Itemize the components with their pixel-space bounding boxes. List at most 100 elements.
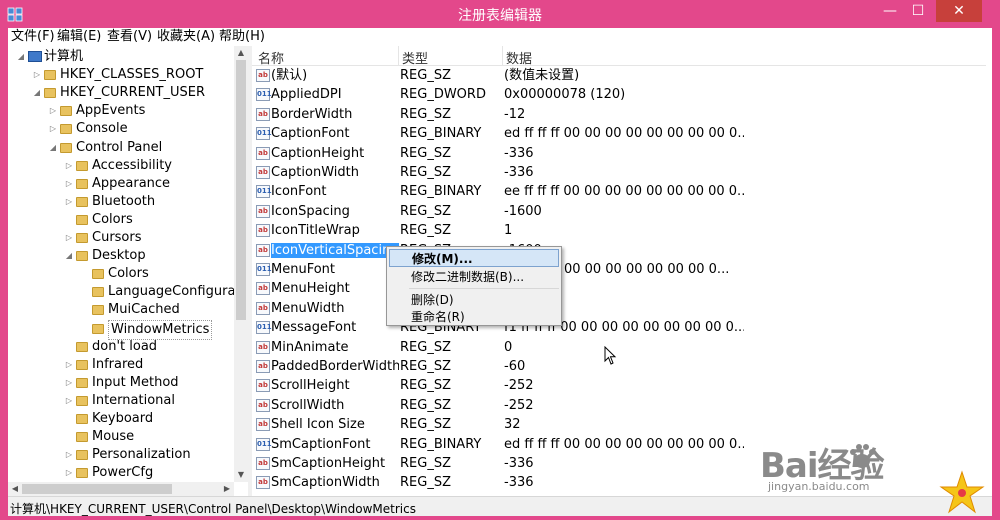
table-row[interactable]: 011MenuFontREG_BINARYff ff ff 00 00 00 0… [252, 260, 992, 279]
collapse-arrow-icon[interactable]: ◢ [16, 48, 26, 66]
value-name[interactable]: PaddedBorderWidth [271, 357, 399, 376]
value-name[interactable]: CaptionFont [271, 124, 399, 143]
expand-arrow-icon[interactable]: ▷ [64, 157, 74, 175]
expand-arrow-icon[interactable]: ▷ [48, 102, 58, 120]
table-row[interactable]: ab CaptionWidth REG_SZ -336 [252, 163, 992, 182]
table-row[interactable]: ab IconTitleWrap REG_SZ 1 [252, 221, 992, 240]
value-name[interactable]: (默认) [271, 66, 399, 85]
table-row[interactable]: abIconVerticalSpacingREG_SZ-1600 [252, 241, 992, 260]
table-row[interactable]: ab CaptionHeight REG_SZ -336 [252, 144, 992, 163]
tree-node-label[interactable]: don't load [92, 338, 157, 356]
table-row[interactable]: ab (默认) REG_SZ (数值未设置) [252, 66, 992, 85]
value-name[interactable]: Shell Icon Size [271, 415, 399, 434]
table-row[interactable]: ab Shell Icon Size REG_SZ 32 [252, 415, 992, 434]
tree-node-label[interactable]: 计算机 [44, 48, 83, 66]
value-name[interactable]: IconVerticalSpacing [271, 241, 399, 260]
tree-node-label[interactable]: WindowMetrics [108, 319, 213, 340]
value-name[interactable]: CaptionWidth [271, 163, 399, 182]
table-row[interactable]: abMenuWidthREG_SZ [252, 299, 992, 318]
collapse-arrow-icon[interactable]: ◢ [64, 247, 74, 265]
tree-node-label[interactable]: Input Method [92, 374, 179, 392]
menu-help[interactable]: 帮助(H) [216, 28, 268, 46]
expand-arrow-icon[interactable]: ▷ [64, 464, 74, 482]
table-row[interactable]: ab PaddedBorderWidth REG_SZ -60 [252, 357, 992, 376]
tree-node-label[interactable]: Appearance [92, 175, 170, 193]
menu-file[interactable]: 文件(F) [8, 28, 58, 46]
tree-node-label[interactable]: Colors [92, 211, 133, 229]
scroll-thumb[interactable] [22, 484, 172, 494]
expand-arrow-icon[interactable]: ▷ [64, 193, 74, 211]
tree-node-label[interactable]: Cursors [92, 229, 142, 247]
tree-node-label[interactable]: AppEvents [76, 102, 145, 120]
value-name[interactable]: IconTitleWrap [271, 221, 399, 240]
value-name[interactable]: AppliedDPI [271, 85, 399, 104]
table-row[interactable]: 011 AppliedDPI REG_DWORD 0x00000078 (120) [252, 85, 992, 104]
scroll-down-icon[interactable]: ▼ [234, 468, 248, 482]
tree-node-label[interactable]: HKEY_CLASSES_ROOT [60, 66, 203, 84]
value-name[interactable]: SmCaptionHeight [271, 454, 399, 473]
menu-edit[interactable]: 编辑(E) [54, 28, 104, 46]
tree-node-label[interactable]: Colors [108, 265, 149, 283]
collapse-arrow-icon[interactable]: ◢ [48, 139, 58, 157]
tree-node-label[interactable]: Control Panel [76, 139, 162, 157]
tree-horizontal-scrollbar[interactable]: ◀ ▶ [8, 482, 234, 496]
tree-node-label[interactable]: Personalization [92, 446, 191, 464]
table-row[interactable]: ab ScrollHeight REG_SZ -252 [252, 376, 992, 395]
tree-node-label[interactable]: Mouse [92, 428, 134, 446]
tree-node-label[interactable]: International [92, 392, 175, 410]
tree-node-label[interactable]: PowerCfg [92, 464, 153, 482]
context-modify-binary[interactable]: 修改二进制数据(B)... [389, 268, 559, 286]
expand-arrow-icon[interactable]: ▷ [64, 229, 74, 247]
table-row[interactable]: ab BorderWidth REG_SZ -12 [252, 105, 992, 124]
tree-node-label[interactable]: Keyboard [92, 410, 153, 428]
scroll-up-icon[interactable]: ▲ [234, 46, 248, 60]
value-name[interactable]: MinAnimate [271, 338, 399, 357]
context-modify[interactable]: 修改(M)... [389, 249, 559, 267]
table-row[interactable]: ab ScrollWidth REG_SZ -252 [252, 396, 992, 415]
value-name[interactable]: SmCaptionWidth [271, 473, 399, 492]
value-name[interactable]: MessageFont [271, 318, 399, 337]
maximize-button[interactable]: ☐ [904, 0, 932, 22]
expand-arrow-icon[interactable]: ▷ [64, 446, 74, 464]
column-header-data[interactable]: 数据 [506, 48, 532, 67]
column-header-type[interactable]: 类型 [402, 48, 428, 67]
tree-node-label[interactable]: HKEY_CURRENT_USER [60, 84, 205, 102]
tree-node-label[interactable]: LanguageConfigurati [108, 283, 244, 301]
context-rename[interactable]: 重命名(R) [389, 308, 559, 326]
value-name[interactable]: MenuHeight [271, 279, 399, 298]
value-name[interactable]: BorderWidth [271, 105, 399, 124]
table-row[interactable]: 011 MessageFont REG_BINARY f1 ff ff ff 00 0… [252, 318, 992, 337]
value-name[interactable]: IconSpacing [271, 202, 399, 221]
table-row[interactable]: 011 CaptionFont REG_BINARY ed ff ff ff 00 0… [252, 124, 992, 143]
list-scrollbar[interactable] [986, 46, 992, 496]
tree-node-label[interactable]: MuiCached [108, 301, 180, 319]
context-delete[interactable]: 删除(D) [389, 291, 559, 309]
menu-favorites[interactable]: 收藏夹(A) [154, 28, 218, 46]
table-row[interactable]: abMenuHeightREG_SZ [252, 279, 992, 298]
table-row[interactable]: ab MinAnimate REG_SZ 0 [252, 338, 992, 357]
close-button[interactable]: ✕ [936, 0, 982, 22]
tree-node-label[interactable]: Bluetooth [92, 193, 155, 211]
value-name[interactable]: MenuWidth [271, 299, 399, 318]
expand-arrow-icon[interactable]: ▷ [48, 120, 58, 138]
expand-arrow-icon[interactable]: ▷ [64, 175, 74, 193]
collapse-arrow-icon[interactable]: ◢ [32, 84, 42, 102]
tree-vertical-scrollbar[interactable]: ▲ ▼ [234, 46, 248, 482]
value-name[interactable]: MenuFont [271, 260, 399, 279]
expand-arrow-icon[interactable]: ▷ [32, 66, 42, 84]
scroll-right-icon[interactable]: ▶ [220, 482, 234, 496]
value-name[interactable]: IconFont [271, 182, 399, 201]
value-name[interactable]: ScrollWidth [271, 396, 399, 415]
scroll-left-icon[interactable]: ◀ [8, 482, 22, 496]
tree-node-label[interactable]: Infrared [92, 356, 143, 374]
value-name[interactable]: SmCaptionFont [271, 435, 399, 454]
menu-view[interactable]: 查看(V) [104, 28, 155, 46]
tree-node-label[interactable]: Console [76, 120, 128, 138]
scroll-thumb[interactable] [236, 60, 246, 320]
expand-arrow-icon[interactable]: ▷ [64, 392, 74, 410]
tree-node-label[interactable]: Desktop [92, 247, 146, 265]
expand-arrow-icon[interactable]: ▷ [64, 356, 74, 374]
table-row[interactable]: 011 IconFont REG_BINARY ee ff ff ff 00 00 0… [252, 182, 992, 201]
minimize-button[interactable]: — [876, 0, 904, 22]
value-name[interactable]: CaptionHeight [271, 144, 399, 163]
